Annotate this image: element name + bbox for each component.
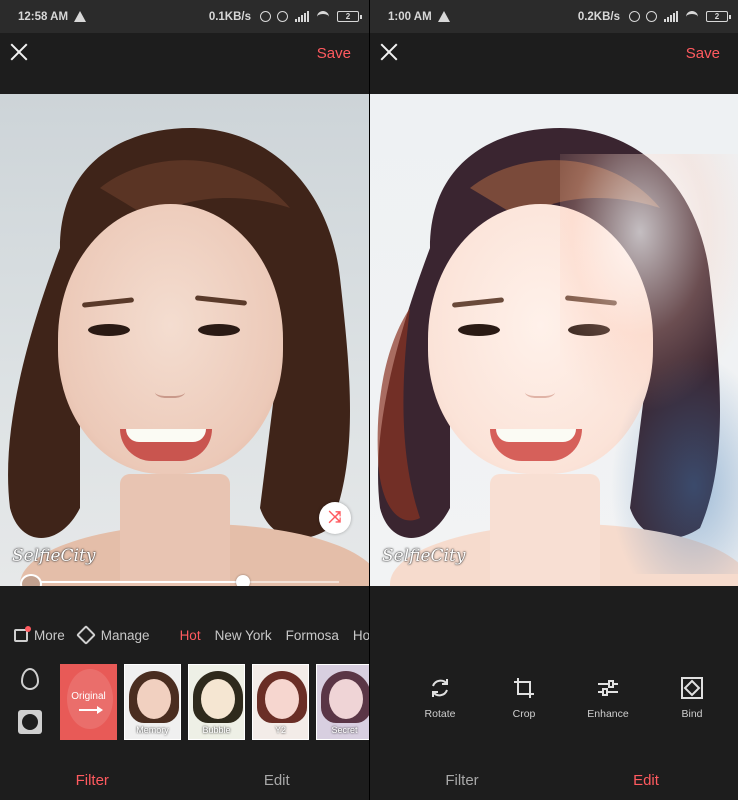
warning-icon	[437, 11, 450, 22]
network-speed: 0.1KB/s	[208, 10, 251, 23]
arrow-icon	[79, 706, 103, 714]
shuffle-button[interactable]: ⤨	[319, 502, 351, 534]
rotate-button[interactable]: Rotate	[398, 676, 482, 720]
enhance-icon	[598, 680, 618, 696]
screenshot-pair: 12:58 AM 0.1KB/s 2 Save SelfieCity ⤨ Mor…	[0, 0, 738, 800]
filter-thumb-bubble[interactable]: Bubble	[188, 664, 245, 740]
vignette-icon[interactable]	[18, 710, 42, 734]
photo-canvas[interactable]: SelfieCity ⤨	[0, 94, 369, 586]
wifi-icon	[686, 10, 698, 23]
close-icon[interactable]	[8, 41, 30, 63]
crop-button[interactable]: Crop	[482, 676, 566, 720]
filter-screen: 12:58 AM 0.1KB/s 2 Save SelfieCity ⤨ Mor…	[0, 0, 369, 800]
silent-icon	[629, 11, 640, 22]
bottom-tabs: Filter Edit	[0, 760, 369, 800]
top-bar: Save	[370, 33, 738, 75]
filter-thumb-memory[interactable]: Memory	[124, 664, 181, 740]
bind-label: Bind	[681, 708, 703, 720]
store-icon	[14, 625, 31, 642]
tab-edit[interactable]: Edit	[554, 772, 738, 789]
close-icon[interactable]	[378, 41, 400, 63]
more-button[interactable]: More	[14, 625, 65, 643]
left-eye	[458, 324, 500, 336]
thumb-face	[137, 679, 171, 719]
rotate-icon	[432, 679, 448, 697]
alarm-icon	[646, 11, 657, 22]
side-tools	[18, 668, 42, 734]
save-button[interactable]: Save	[317, 45, 351, 62]
filter-thumbnails: Original Memory Bubble Y2 Secret	[60, 664, 369, 740]
bottom-tabs: Filter Edit	[370, 760, 738, 800]
thumb-face	[201, 679, 235, 719]
filter-thumb-secret[interactable]: Secret	[316, 664, 369, 740]
thumb-label: Bubble	[202, 725, 231, 735]
thumb-face	[265, 679, 299, 719]
alarm-icon	[277, 11, 288, 22]
status-bar: 1:00 AM 0.2KB/s 2	[370, 0, 738, 33]
neck	[490, 474, 600, 586]
bind-button[interactable]: Bind	[650, 676, 734, 720]
category-hot[interactable]: Hot	[180, 628, 201, 643]
manage-button[interactable]: Manage	[75, 625, 150, 645]
thumb-label: Memory	[136, 725, 169, 735]
signal-icon	[295, 11, 309, 22]
thumb-label: Secret	[331, 725, 358, 735]
more-label: More	[34, 627, 65, 643]
thumb-label: Y2	[274, 725, 286, 735]
status-time: 1:00 AM	[388, 10, 432, 23]
warning-icon	[74, 11, 87, 22]
thumb-face	[329, 679, 363, 719]
watermark-logo: SelfieCity	[12, 546, 96, 566]
filter-thumb-y2[interactable]: Y2	[252, 664, 309, 740]
bind-icon	[681, 677, 703, 699]
light-leak	[610, 354, 738, 574]
filter-categories: More Manage Hot New York Formosa Ho	[0, 624, 369, 646]
rotate-label: Rotate	[424, 708, 456, 720]
slider-fill	[40, 581, 244, 583]
battery-icon: 2	[706, 11, 731, 22]
edit-screen: 1:00 AM 0.2KB/s 2 Save SelfieCity Rotate…	[369, 0, 738, 800]
crop-icon	[514, 678, 534, 698]
nose	[155, 384, 185, 398]
watermark-logo: SelfieCity	[382, 546, 466, 566]
right-eye	[198, 324, 240, 336]
category-formosa[interactable]: Formosa	[286, 628, 339, 643]
top-bar: Save	[0, 33, 369, 75]
photo-canvas[interactable]: SelfieCity	[370, 94, 738, 586]
tab-edit[interactable]: Edit	[185, 772, 370, 789]
category-new-york[interactable]: New York	[215, 628, 272, 643]
neck	[120, 474, 230, 586]
manage-label: Manage	[100, 627, 150, 643]
network-speed: 0.2KB/s	[577, 10, 620, 23]
intensity-slider[interactable]	[40, 575, 339, 586]
drop-icon[interactable]	[21, 668, 39, 690]
save-button[interactable]: Save	[686, 45, 720, 62]
edit-tools: Rotate Crop Enhance Bind	[398, 676, 738, 720]
tab-filter[interactable]: Filter	[370, 772, 554, 789]
battery-icon: 2	[337, 11, 362, 22]
wifi-icon	[317, 10, 329, 23]
cube-icon	[75, 625, 96, 645]
signal-icon	[664, 11, 678, 22]
enhance-label: Enhance	[587, 708, 629, 720]
filter-thumb-original[interactable]: Original	[60, 664, 117, 740]
nose	[525, 384, 555, 398]
silent-icon	[260, 11, 271, 22]
tab-filter[interactable]: Filter	[0, 772, 185, 789]
thumb-label: Original	[71, 691, 106, 702]
shuffle-icon: ⤨	[328, 509, 342, 526]
status-time: 12:58 AM	[18, 10, 69, 23]
slider-thumb[interactable]	[236, 575, 251, 586]
category-next[interactable]: Ho	[353, 628, 369, 643]
status-bar: 12:58 AM 0.1KB/s 2	[0, 0, 369, 33]
enhance-button[interactable]: Enhance	[566, 676, 650, 720]
left-eye	[88, 324, 130, 336]
crop-label: Crop	[512, 708, 536, 720]
